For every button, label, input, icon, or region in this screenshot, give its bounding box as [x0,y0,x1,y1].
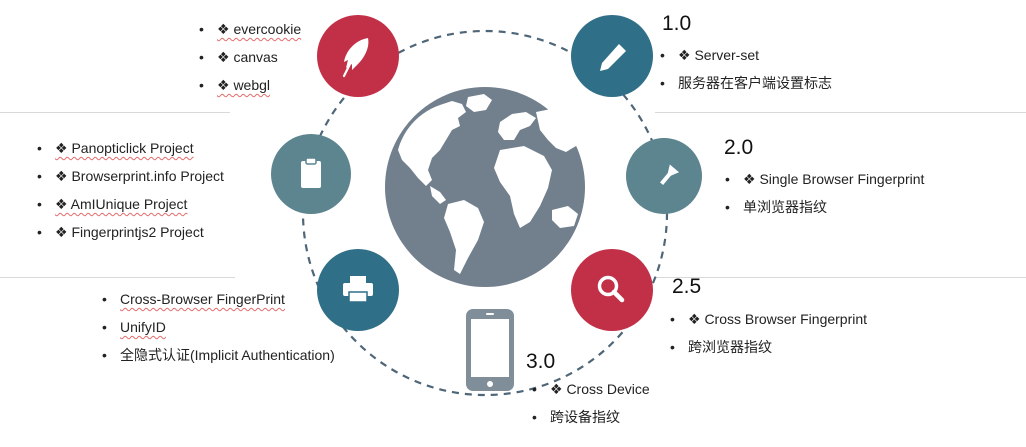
list-bottom-left: Cross-Browser FingerPrint UnifyID 全隐式认证(… [102,290,335,374]
version-label-1-0: 1.0 [662,12,692,35]
phone-icon [466,309,514,391]
list-item: ❖ Server-set [660,46,832,65]
list-item: ❖ AmIUnique Project [37,195,224,214]
clipboard-icon [301,157,321,188]
version-label-2-5: 2.5 [672,275,702,298]
list-item: 跨设备指纹 [532,408,650,427]
version-label-3-0: 3.0 [526,350,556,373]
list-item: ❖ canvas [199,48,301,67]
list-version-2-5: ❖ Cross Browser Fingerprint 跨浏览器指纹 [670,310,867,366]
list-item: 跨浏览器指纹 [670,338,867,357]
list-item: 服务器在客户端设置标志 [660,74,832,93]
version-label-2-0: 2.0 [724,136,754,159]
globe-icon [385,87,585,287]
list-item: ❖ Panopticlick Project [37,139,224,158]
node-search [571,249,653,331]
list-item: ❖ Cross Browser Fingerprint [670,310,867,329]
list-version-3-0: ❖ Cross Device 跨设备指纹 [532,380,650,436]
list-item: UnifyID [102,318,335,337]
list-item: ❖ Cross Device [532,380,650,399]
list-item: ❖ webgl [199,76,301,95]
list-item: ❖ Browserprint.info Project [37,167,224,186]
list-item: ❖ evercookie [199,20,301,39]
list-mid-left: ❖ Panopticlick Project ❖ Browserprint.in… [37,139,224,251]
list-top-left: ❖ evercookie ❖ canvas ❖ webgl [199,20,301,104]
fingerprint-evolution-diagram: ❖ evercookie ❖ canvas ❖ webgl ❖ Panoptic… [0,0,1026,447]
list-item: ❖ Fingerprintjs2 Project [37,223,224,242]
list-item: ❖ Single Browser Fingerprint [725,170,924,189]
list-version-1-0: ❖ Server-set 服务器在客户端设置标志 [660,46,832,102]
list-item: Cross-Browser FingerPrint [102,290,335,309]
node-flashlight [626,138,702,214]
list-version-2-0: ❖ Single Browser Fingerprint 单浏览器指纹 [725,170,924,226]
list-item: 全隐式认证(Implicit Authentication) [102,346,335,365]
list-item: 单浏览器指纹 [725,198,924,217]
